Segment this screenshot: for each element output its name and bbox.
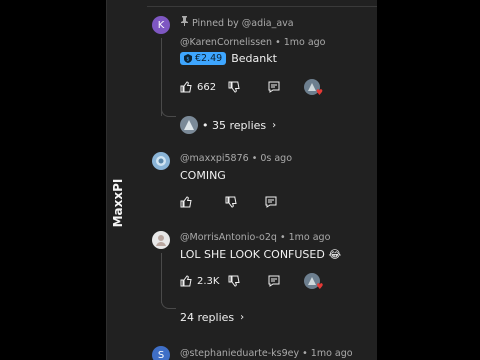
thread-connector (161, 296, 176, 309)
comment-meta: @MorrisAntonio-o2q • 1mo ago (180, 232, 331, 243)
comments-panel: K Pinned by @adia_ava @KarenCornelissen … (106, 0, 377, 360)
reply-icon[interactable] (265, 196, 277, 208)
comment-author[interactable]: @maxxpi5876 (180, 153, 249, 164)
comment-actions: 2.3K ♥ (180, 273, 324, 291)
heart-icon: ♥ (315, 88, 324, 97)
dislike-icon[interactable] (225, 196, 237, 208)
thread-connector (161, 104, 176, 117)
super-thanks-icon: $ (184, 54, 192, 63)
dislike-icon[interactable] (228, 81, 240, 93)
super-thanks-badge: $ €2.49 (180, 52, 227, 65)
reply-icon[interactable] (268, 275, 280, 287)
dislike-icon[interactable] (228, 275, 241, 287)
avatar-letter: S (157, 349, 165, 360)
avatar[interactable] (152, 152, 170, 170)
like-count: 2.3K (197, 275, 220, 287)
reply-avatar (180, 116, 198, 134)
comment-actions: 662 ♥ (180, 79, 324, 97)
like-icon[interactable] (180, 275, 192, 287)
heart-icon: ♥ (316, 282, 324, 291)
creator-heart-avatar: ♥ (304, 79, 324, 97)
like-count: 662 (197, 81, 217, 93)
avatar[interactable]: S (152, 346, 170, 360)
creator-heart-avatar: ♥ (304, 273, 324, 291)
reply-icon[interactable] (268, 81, 280, 93)
avatar[interactable]: K (152, 16, 170, 34)
svg-text:$: $ (186, 57, 189, 63)
comment-actions (180, 194, 277, 210)
comment-time: 1mo ago (283, 37, 326, 48)
comment-author[interactable]: @KarenCornelissen (180, 37, 272, 48)
comment-time: 1mo ago (288, 232, 331, 243)
avatar[interactable] (152, 231, 170, 249)
watermark: MaxxPI (111, 178, 125, 228)
avatar-letter: K (157, 19, 165, 31)
pinned-label: Pinned by @adia_ava (181, 16, 294, 29)
view-replies-button[interactable]: 24 replies › (180, 311, 244, 324)
view-replies-button[interactable]: • 35 replies › (180, 116, 276, 134)
pin-icon (181, 16, 188, 29)
comment-text: $ €2.49 Bedankt (180, 52, 277, 65)
comment-text: COMING (180, 169, 226, 182)
chevron-right-icon: › (272, 119, 277, 131)
comment-author[interactable]: @stephanieduarte-ks9ey (180, 348, 299, 359)
comment-meta: @maxxpi5876 • 0s ago (180, 153, 293, 164)
comment-text: LOL SHE LOOK CONFUSED 😂 (180, 248, 342, 261)
comment-author[interactable]: @MorrisAntonio-o2q (180, 232, 277, 243)
like-icon[interactable] (180, 196, 192, 208)
divider (147, 6, 377, 7)
like-icon[interactable] (180, 81, 192, 93)
comment-meta: @stephanieduarte-ks9ey • 1mo ago (180, 348, 353, 359)
comment-time: 1mo ago (310, 348, 353, 359)
comment-time: 0s ago (260, 153, 293, 164)
chevron-right-icon: › (240, 312, 245, 323)
comment-meta: @KarenCornelissen • 1mo ago (180, 37, 326, 48)
